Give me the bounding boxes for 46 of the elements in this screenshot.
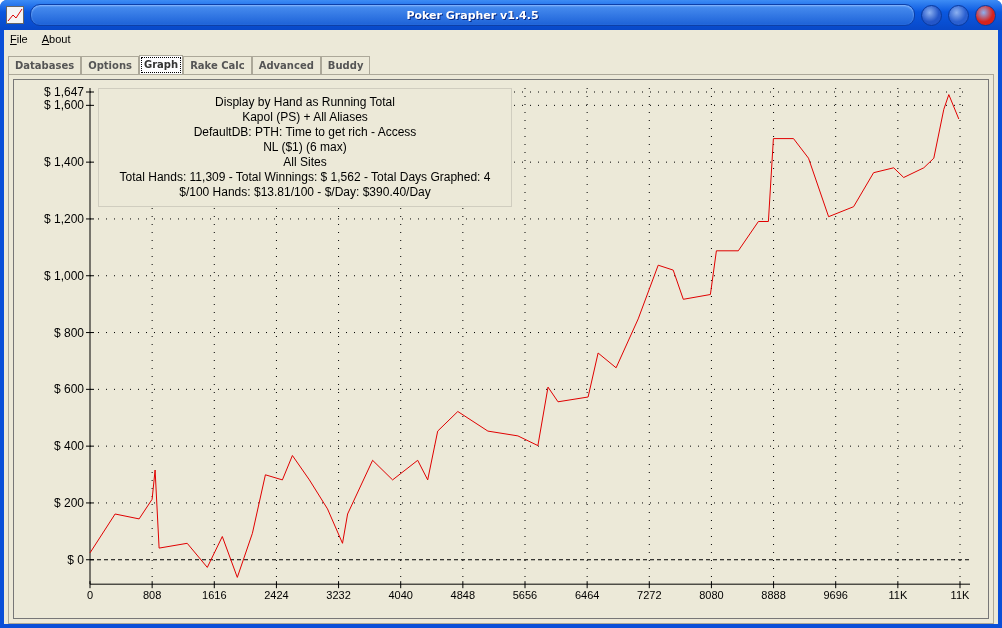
x-tick-label: 3232 (326, 589, 351, 602)
x-tick-label: 1616 (202, 589, 227, 602)
y-tick-label: $ 800 (53, 325, 85, 340)
tab[interactable]: Graph (139, 55, 184, 75)
x-tick-label: 8080 (699, 589, 724, 602)
x-tick-label: 2424 (264, 589, 289, 602)
menu-item[interactable]: File (10, 33, 28, 49)
info-line: NL ($1) (6 max) (263, 140, 347, 155)
y-tick-label: $ 1,600 (43, 98, 85, 113)
info-line: All Sites (283, 155, 327, 170)
x-tick-label: 5656 (512, 589, 538, 602)
menu-item[interactable]: About (41, 33, 71, 49)
y-tick-label: $ 600 (53, 382, 85, 397)
x-tick-label: 11K (950, 589, 971, 602)
info-line: Display by Hand as Running Total (215, 95, 395, 110)
tab[interactable]: Rake Calc (183, 56, 252, 74)
minimize-button[interactable] (921, 4, 942, 26)
tab[interactable]: Advanced (251, 56, 321, 74)
chart-icon (6, 6, 24, 24)
info-line: Kapol (PS) + All Aliases (242, 110, 368, 125)
y-tick-label: $ 1,000 (43, 268, 85, 283)
info-line: Total Hands: 11,309 - Total Winnings: $ 1,562 - Total Days Graphed: 4 (119, 170, 491, 185)
x-tick-label: 8888 (761, 589, 786, 602)
x-tick-label: 4040 (388, 589, 413, 602)
x-tick-label: 0 (86, 589, 94, 602)
info-line: DefaultDB: PTH: Time to get rich - Access (193, 125, 417, 140)
close-button[interactable] (975, 4, 996, 26)
y-tick-label: $ 1,647 (43, 85, 85, 99)
maximize-button[interactable] (948, 4, 969, 26)
x-tick: 0 (86, 580, 94, 602)
y-tick-label: $ 1,400 (43, 155, 85, 170)
x-tick-label: 11K (888, 589, 908, 602)
y-tick-label: $ 200 (53, 495, 85, 510)
y-tick-label: $ 0 (67, 552, 85, 567)
y-tick-label: $ 400 (53, 439, 85, 454)
tab[interactable]: Databases (8, 56, 82, 74)
x-tick-label: 4848 (450, 589, 476, 602)
x-tick-label: 9696 (823, 589, 848, 602)
tab[interactable]: Buddy (320, 56, 371, 74)
y-tick-label: $ 1,200 (43, 211, 85, 226)
tab[interactable]: Options (81, 56, 139, 74)
x-tick-label: 808 (142, 589, 162, 602)
x-tick-label: 7272 (637, 589, 662, 602)
x-tick-label: 6464 (574, 589, 600, 602)
window-title: Poker Grapher v1.4.5 (406, 8, 539, 22)
info-line: $/100 Hands: $13.81/100 - $/Day: $390.40/Day (179, 185, 431, 200)
